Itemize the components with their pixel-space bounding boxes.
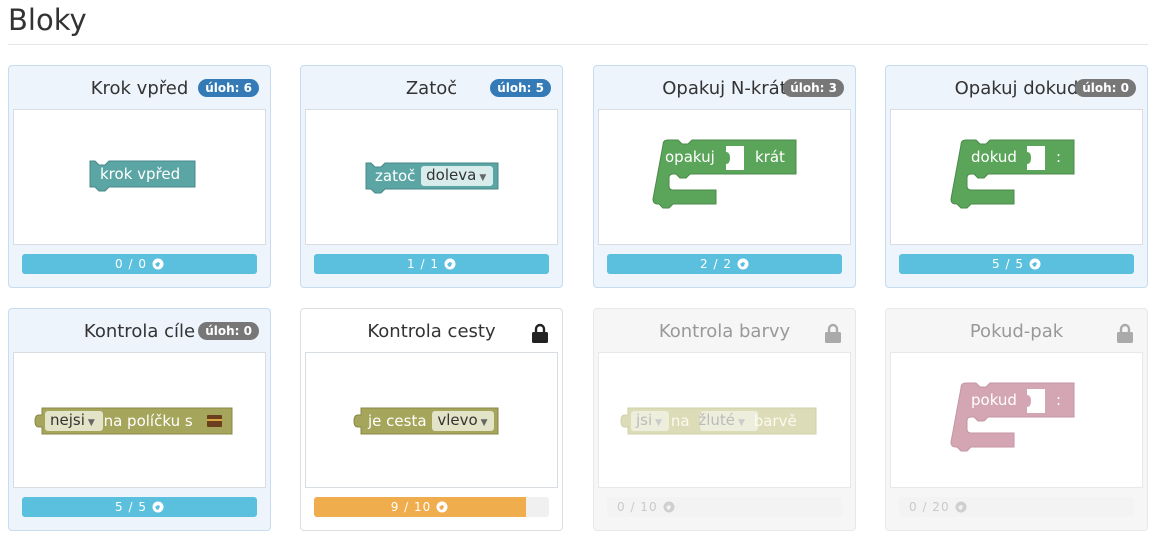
block-preview: zatoč doleva ▼ [305,109,558,245]
block-card-zatoc[interactable]: Zatoč úloh: 5 zatoč doleva ▼ 1 / 1 [300,65,563,288]
progress-bar: 5 / 5 [22,497,257,517]
block-content: zatoč doleva ▼ [375,163,490,189]
block-content: je cesta vlevo ▼ [368,408,492,434]
lock-icon [825,323,841,343]
block-text: na [670,412,690,430]
block-preview: nejsi ▼ na políčku s [13,352,266,488]
block-text: pokud [971,391,1017,409]
block-text: dokud [971,148,1017,166]
block-content: nejsi ▼ na políčku s [46,408,193,434]
progress-bar: 0 / 10 [607,497,842,517]
progress-label: 0 / 10 [617,497,842,517]
block-content: jsi ▼ na žluté ▼ barvě [632,408,797,434]
globe-icon [737,258,749,270]
direction-dropdown: vlevo ▼ [437,411,488,429]
globe-icon [436,501,448,513]
direction-dropdown: doleva ▼ [426,166,487,184]
block-shape [950,139,1075,209]
card-title: Pokud-pak [969,321,1064,342]
block-card-kontrola-cesty[interactable]: Kontrola cesty je cesta vlevo ▼ 9 / 10 [300,308,563,531]
block-preview: opakuj krát [598,109,851,245]
block-card-pokud-pak[interactable]: Pokud-pak pokud : 0 / 20 [885,308,1148,531]
card-title: Kontrola barvy [658,321,791,342]
card-title: Kontrola cesty [367,321,496,342]
block-card-kontrola-cile[interactable]: Kontrola cíle úloh: 0 nejsi ▼ na políčku … [8,308,271,531]
progress-label: 2 / 2 [607,254,842,274]
block-card-opakuj-dokud[interactable]: Opakuj dokud úloh: 0 dokud : 5 / 5 [885,65,1148,288]
condition-dropdown: jsi ▼ [636,411,663,429]
progress-label: 1 / 1 [314,254,549,274]
progress-bar: 0 / 20 [899,497,1134,517]
block-text: je cesta [368,412,427,430]
block-text: na políčku s [103,412,193,430]
block-preview: dokud : [890,109,1143,245]
progress-bar: 9 / 10 [314,497,549,517]
globe-icon [444,258,456,270]
block-suffix: : [1056,148,1062,166]
block-suffix: barvě [753,412,797,430]
globe-icon [152,501,164,513]
page-title: Bloky [8,3,87,37]
lock-icon [1117,323,1133,343]
title-divider [8,44,1148,45]
progress-bar: 0 / 0 [22,254,257,274]
block-shape [652,139,797,209]
chest-icon [207,415,222,427]
condition-dropdown: nejsi ▼ [50,411,95,429]
block-text: zatoč [375,167,416,185]
globe-icon [663,501,675,513]
lock-icon [532,323,548,343]
progress-label: 0 / 20 [909,497,1134,517]
block-text: opakuj [665,148,715,166]
block-shape [950,382,1075,452]
block-text: krok vpřed [100,165,181,183]
progress-bar: 2 / 2 [607,254,842,274]
block-card-opakuj-n-krat[interactable]: Opakuj N-krát úloh: 3 opakuj krát 2 / 2 [593,65,856,288]
progress-label: 5 / 5 [22,497,257,517]
color-dropdown: žluté ▼ [698,411,745,429]
globe-icon [955,501,967,513]
block-suffix: krát [755,148,785,166]
tasks-badge: úloh: 0 [198,322,259,340]
block-preview: krok vpřed [13,109,266,245]
tasks-badge: úloh: 0 [1075,79,1136,97]
progress-bar: 5 / 5 [899,254,1134,274]
block-preview: je cesta vlevo ▼ [305,352,558,488]
progress-label: 0 / 0 [22,254,257,274]
globe-icon [1029,258,1041,270]
progress-label: 5 / 5 [899,254,1134,274]
block-preview: jsi ▼ na žluté ▼ barvě [598,352,851,488]
block-preview: pokud : [890,352,1143,488]
progress-label: 9 / 10 [314,497,525,517]
block-suffix: : [1056,391,1062,409]
globe-icon [152,258,164,270]
tasks-badge: úloh: 5 [490,79,551,97]
progress-bar: 1 / 1 [314,254,549,274]
tasks-badge: úloh: 6 [198,79,259,97]
block-card-kontrola-barvy[interactable]: Kontrola barvy jsi ▼ na žluté ▼ barvě 0 / … [593,308,856,531]
block-card-krok-vpred[interactable]: Krok vpřed úloh: 6 krok vpřed 0 / 0 [8,65,271,288]
tasks-badge: úloh: 3 [783,79,844,97]
